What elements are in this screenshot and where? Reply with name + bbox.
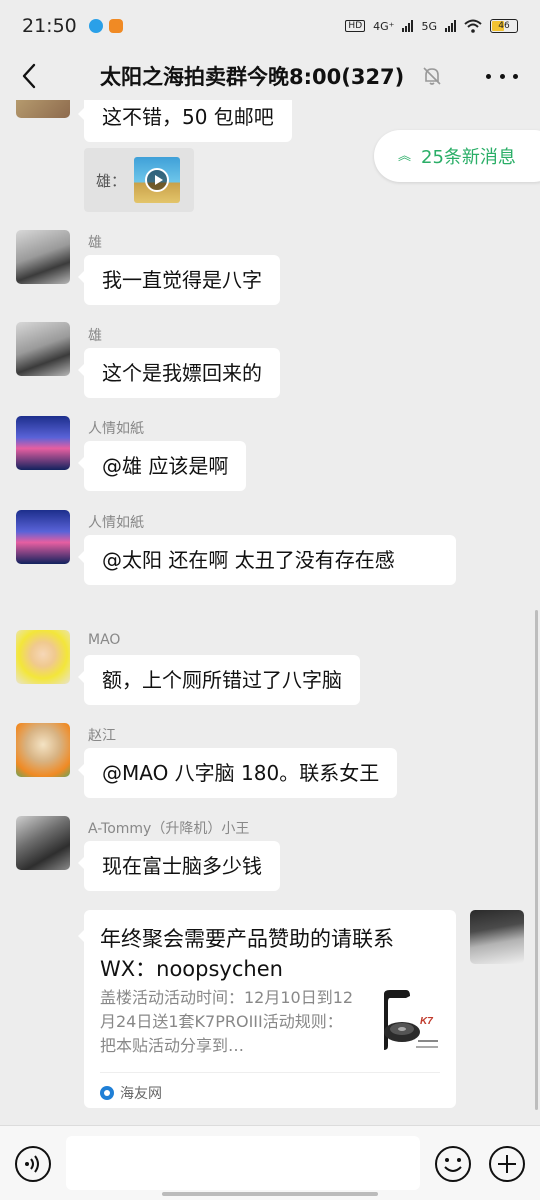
quote-sender: 雄：: [96, 171, 127, 190]
link-card-source-name: 海友网: [120, 1086, 162, 1102]
message-bubble[interactable]: @MAO 八字脑 180。联系女王: [77, 748, 398, 798]
battery-level: 46: [498, 21, 510, 31]
hd-badge: HD: [345, 20, 366, 32]
avatar[interactable]: [16, 416, 70, 470]
home-indicator[interactable]: [162, 1192, 378, 1196]
status-time: 21:50: [22, 15, 77, 37]
new-messages-button[interactable]: ︽ 25条新消息: [374, 130, 540, 182]
sender-name: 人情如紙: [88, 515, 144, 531]
link-card[interactable]: 年终聚会需要产品赞助的请联系WX：noopsychen 盖楼活动活动时间：12月…: [78, 910, 456, 1108]
avatar[interactable]: [16, 723, 70, 777]
voice-icon[interactable]: [14, 1145, 52, 1183]
chat-header: 太阳之海拍卖群今晚8:00(327): [0, 52, 540, 100]
avatar[interactable]: [16, 322, 70, 376]
status-right: HD 4G⁺ 5G 46: [345, 19, 518, 33]
back-button[interactable]: [14, 60, 44, 92]
message-bubble[interactable]: 额，上个厕所错过了八字脑: [78, 655, 360, 705]
status-bar: 21:50 HD 4G⁺ 5G 46: [0, 0, 540, 52]
avatar[interactable]: [16, 816, 70, 870]
network-4g-label: 4G⁺: [373, 19, 395, 33]
network-5g-label: 5G: [421, 19, 437, 33]
more-button[interactable]: [486, 66, 518, 86]
avatar[interactable]: [16, 230, 70, 284]
message-bubble[interactable]: 我一直觉得是八字: [78, 255, 280, 305]
message-bubble[interactable]: @雄 应该是啊: [77, 441, 247, 491]
message-bubble[interactable]: 这不错，50 包邮吧: [78, 100, 292, 142]
link-card-source: 海友网: [100, 1072, 440, 1103]
sender-name: MAO: [88, 632, 121, 648]
battery-icon: 46: [490, 19, 518, 33]
page-title: 太阳之海拍卖群今晚8:00(327): [100, 65, 405, 89]
double-chevron-up-icon: ︽: [398, 148, 412, 164]
link-card-description: 盖楼活动活动时间：12月10日到12月24日送1套K7PROIII活动规则：把本…: [100, 988, 354, 1055]
more-dots-icon: [486, 73, 491, 79]
product-image: K7: [376, 988, 440, 1062]
scrollbar[interactable]: [535, 610, 538, 1110]
signal-icon-2: [445, 20, 456, 32]
sender-name: 雄: [88, 235, 102, 251]
app-notification-icon: [108, 19, 123, 33]
qq-browser-icon: [88, 19, 103, 33]
input-bar: [0, 1125, 540, 1200]
avatar[interactable]: [16, 100, 70, 118]
message-bubble[interactable]: 这个是我嫖回来的: [78, 348, 280, 398]
emoji-icon[interactable]: [434, 1145, 472, 1183]
avatar[interactable]: [16, 630, 70, 684]
status-app-icons: [88, 19, 123, 33]
sender-name: 雄: [88, 328, 102, 344]
new-messages-label: 25条新消息: [421, 147, 516, 168]
source-logo-icon: [100, 1086, 114, 1100]
message-input[interactable]: [66, 1136, 420, 1190]
chevron-left-icon: [22, 63, 36, 89]
link-card-title: 年终聚会需要产品赞助的请联系WX：noopsychen: [100, 927, 394, 981]
message-bubble[interactable]: @太阳 还在啊 太丑了没有存在感: [78, 535, 456, 585]
k7-logo: K7: [420, 1016, 433, 1027]
bell-off-icon: [423, 67, 441, 85]
sender-name: 人情如紙: [88, 421, 144, 437]
play-icon: [145, 168, 170, 192]
sender-name: 赵江: [88, 728, 116, 744]
avatar[interactable]: [16, 510, 70, 564]
video-thumbnail[interactable]: [134, 157, 181, 203]
signal-icon: [402, 20, 414, 32]
avatar-self[interactable]: [470, 910, 524, 964]
wifi-icon: [464, 19, 482, 33]
plus-icon[interactable]: [488, 1145, 526, 1183]
sender-name: A-Tommy（升降机）小王: [88, 821, 250, 837]
message-list[interactable]: 这不错，50 包邮吧 雄： ︽ 25条新消息 雄 我一直觉得是八字 雄 这个是我…: [0, 100, 540, 1125]
message-bubble[interactable]: 现在富士脑多少钱: [78, 841, 280, 891]
quoted-message[interactable]: 雄：: [84, 148, 194, 212]
